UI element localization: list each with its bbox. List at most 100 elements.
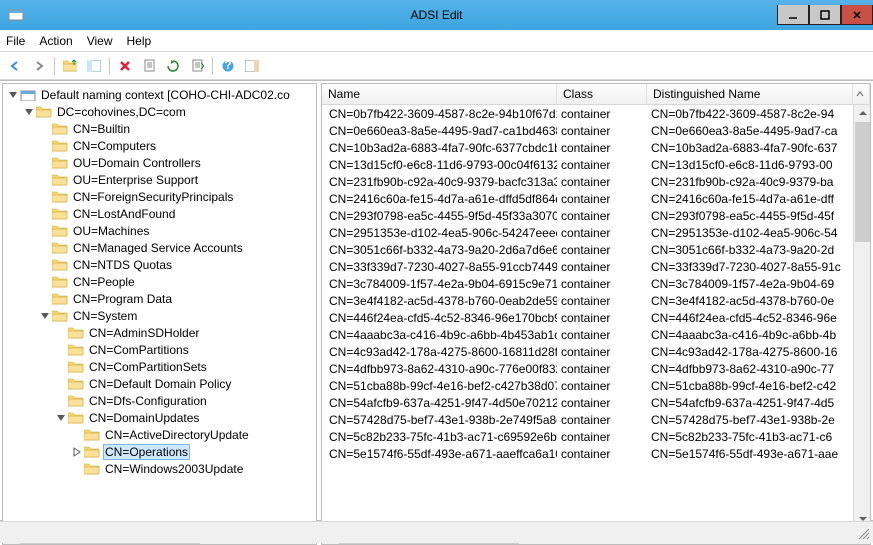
- menu-action[interactable]: Action: [39, 34, 72, 48]
- list-header: Name Class Distinguished Name: [322, 84, 870, 105]
- row-class: container: [557, 124, 647, 138]
- scroll-up-icon[interactable]: [855, 105, 870, 122]
- list-row[interactable]: CN=10b3ad2a-6883-4fa7-90fc-6377cbdc1b26c…: [322, 139, 870, 156]
- close-button[interactable]: [841, 5, 873, 25]
- list-row[interactable]: CN=3051c66f-b332-4a73-9a20-2d6a7d6e6a1cc…: [322, 241, 870, 258]
- row-class: container: [557, 294, 647, 308]
- tree-item[interactable]: CN=DomainUpdates: [3, 409, 316, 426]
- list-row[interactable]: CN=57428d75-bef7-43e1-938b-2e749f5a8d56c…: [322, 411, 870, 428]
- tree-item-label: CN=Builtin: [71, 122, 132, 136]
- list-row[interactable]: CN=0b7fb422-3609-4587-8c2e-94b10f67d1bfc…: [322, 105, 870, 122]
- list-row[interactable]: CN=4c93ad42-178a-4275-8600-16811d28f3aac…: [322, 343, 870, 360]
- tree-item[interactable]: CN=System: [3, 307, 316, 324]
- twisty-open-icon[interactable]: [39, 310, 50, 321]
- tree-item[interactable]: CN=ComPartitionSets: [3, 358, 316, 375]
- tree-item[interactable]: CN=Operations: [3, 443, 316, 460]
- tree-item[interactable]: CN=Builtin: [3, 120, 316, 137]
- row-class: container: [557, 260, 647, 274]
- column-name[interactable]: Name: [322, 84, 557, 104]
- action-pane-button[interactable]: [241, 55, 263, 77]
- tree-item-label: CN=Windows2003Update: [103, 462, 245, 476]
- list-row[interactable]: CN=54afcfb9-637a-4251-9f47-4d50e7021211c…: [322, 394, 870, 411]
- scrollbar-thumb[interactable]: [855, 122, 870, 242]
- properties-button[interactable]: [138, 55, 160, 77]
- twisty-open-icon[interactable]: [7, 89, 18, 100]
- maximize-button[interactable]: [809, 5, 841, 25]
- export-button[interactable]: [186, 55, 208, 77]
- tree-item[interactable]: CN=Dfs-Configuration: [3, 392, 316, 409]
- help-button[interactable]: [217, 55, 239, 77]
- row-name: CN=0e660ea3-8a5e-4495-9ad7-ca1bd4638f9e: [329, 124, 557, 138]
- list-row[interactable]: CN=446f24ea-cfd5-4c52-8346-96e170bcb912c…: [322, 309, 870, 326]
- tree-item[interactable]: CN=NTDS Quotas: [3, 256, 316, 273]
- list-vertical-scrollbar[interactable]: [853, 105, 870, 527]
- menu-file[interactable]: File: [6, 34, 25, 48]
- tree-item[interactable]: CN=ForeignSecurityPrincipals: [3, 188, 316, 205]
- back-button[interactable]: [4, 55, 26, 77]
- list-row[interactable]: CN=293f0798-ea5c-4455-9f5d-45f33a30703bc…: [322, 207, 870, 224]
- up-button[interactable]: [59, 55, 81, 77]
- menu-view[interactable]: View: [87, 34, 113, 48]
- list-row[interactable]: CN=3e4f4182-ac5d-4378-b760-0eab2de593e2c…: [322, 292, 870, 309]
- refresh-button[interactable]: [162, 55, 184, 77]
- list-row[interactable]: CN=0e660ea3-8a5e-4495-9ad7-ca1bd4638f9ec…: [322, 122, 870, 139]
- tree-item-label: CN=Computers: [71, 139, 158, 153]
- tree-item[interactable]: OU=Enterprise Support: [3, 171, 316, 188]
- folder-icon: [52, 207, 68, 220]
- row-class: container: [557, 362, 647, 376]
- tree-item[interactable]: CN=Computers: [3, 137, 316, 154]
- twisty-open-icon[interactable]: [55, 412, 66, 423]
- column-dn[interactable]: Distinguished Name: [647, 84, 853, 104]
- forward-button[interactable]: [28, 55, 50, 77]
- tree-item[interactable]: CN=Windows2003Update: [3, 460, 316, 477]
- list-body[interactable]: CN=0b7fb422-3609-4587-8c2e-94b10f67d1bfc…: [322, 105, 870, 527]
- list-row[interactable]: CN=4aaabc3a-c416-4b9c-a6bb-4b453ab1c1f0c…: [322, 326, 870, 343]
- row-class: container: [557, 175, 647, 189]
- status-bar: [0, 521, 873, 543]
- folder-icon: [36, 105, 52, 118]
- folder-icon: [68, 411, 84, 424]
- tree-item[interactable]: CN=ActiveDirectoryUpdate: [3, 426, 316, 443]
- list-row[interactable]: CN=2951353e-d102-4ea5-906c-54247eeec741c…: [322, 224, 870, 241]
- list-row[interactable]: CN=5c82b233-75fc-41b3-ac71-c69592e6bf15c…: [322, 428, 870, 445]
- column-class[interactable]: Class: [557, 84, 647, 104]
- resize-grip-icon[interactable]: [857, 527, 871, 541]
- tree-item[interactable]: CN=Program Data: [3, 290, 316, 307]
- row-class: container: [557, 379, 647, 393]
- twisty-open-icon[interactable]: [23, 106, 34, 117]
- twisty-closed-icon[interactable]: [71, 446, 82, 457]
- list-row[interactable]: CN=2416c60a-fe15-4d7a-a61e-dffd5df864d3c…: [322, 190, 870, 207]
- column-overflow[interactable]: [853, 84, 870, 104]
- toolbar: [0, 52, 873, 80]
- folder-icon: [52, 241, 68, 254]
- tree-item[interactable]: CN=AdminSDHolder: [3, 324, 316, 341]
- row-class: container: [557, 107, 647, 121]
- list-row[interactable]: CN=33f339d7-7230-4027-8a55-91ccb7449391c…: [322, 258, 870, 275]
- tree-item[interactable]: Default naming context [COHO-CHI-ADC02.c…: [3, 86, 316, 103]
- list-row[interactable]: CN=231fb90b-c92a-40c9-9379-bacfc313a3e3c…: [322, 173, 870, 190]
- show-hide-tree-button[interactable]: [83, 55, 105, 77]
- tree-item[interactable]: OU=Domain Controllers: [3, 154, 316, 171]
- tree-item[interactable]: OU=Machines: [3, 222, 316, 239]
- tree-item[interactable]: CN=Default Domain Policy: [3, 375, 316, 392]
- minimize-button[interactable]: [777, 5, 809, 25]
- row-dn: CN=51cba88b-99cf-4e16-bef2-c42: [647, 379, 870, 393]
- list-row[interactable]: CN=5e1574f6-55df-493e-a671-aaeffca6a100c…: [322, 445, 870, 462]
- tree-item[interactable]: CN=Managed Service Accounts: [3, 239, 316, 256]
- folder-icon: [84, 445, 100, 458]
- list-row[interactable]: CN=3c784009-1f57-4e2a-9b04-6915c9e71961c…: [322, 275, 870, 292]
- row-class: container: [557, 447, 647, 461]
- row-name: CN=51cba88b-99cf-4e16-bef2-c427b38d0767: [329, 379, 557, 393]
- delete-button[interactable]: [114, 55, 136, 77]
- tree-item[interactable]: CN=LostAndFound: [3, 205, 316, 222]
- tree-item[interactable]: CN=People: [3, 273, 316, 290]
- list-row[interactable]: CN=51cba88b-99cf-4e16-bef2-c427b38d0767c…: [322, 377, 870, 394]
- tree-item[interactable]: DC=cohovines,DC=com: [3, 103, 316, 120]
- row-name: CN=293f0798-ea5c-4455-9f5d-45f33a30703b: [329, 209, 557, 223]
- tree-item[interactable]: CN=ComPartitions: [3, 341, 316, 358]
- row-class: container: [557, 243, 647, 257]
- list-row[interactable]: CN=4dfbb973-8a62-4310-a90c-776e00f83222c…: [322, 360, 870, 377]
- list-row[interactable]: CN=13d15cf0-e6c8-11d6-9793-00c04f613221c…: [322, 156, 870, 173]
- menu-help[interactable]: Help: [127, 34, 152, 48]
- row-class: container: [557, 226, 647, 240]
